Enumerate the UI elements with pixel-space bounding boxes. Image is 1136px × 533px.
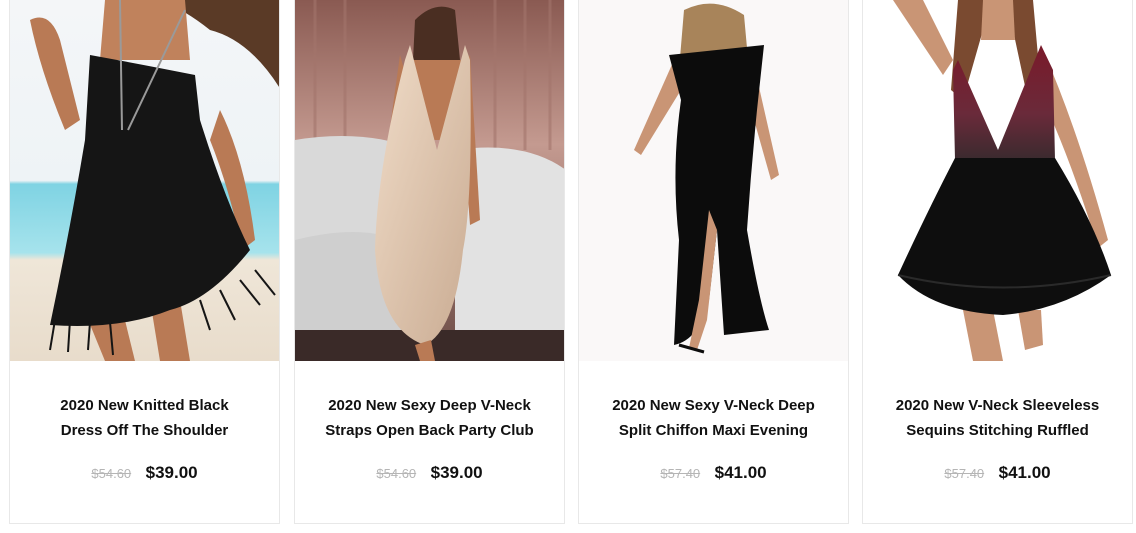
product-card[interactable]: 2020 New Knitted Black Dress Off The Sho… — [9, 0, 280, 524]
product-card[interactable]: 2020 New Sexy V-Neck Deep Split Chiffon … — [578, 0, 849, 524]
product-image[interactable] — [579, 0, 848, 361]
sale-price: $39.00 — [430, 463, 483, 482]
original-price: $57.40 — [944, 465, 985, 481]
product-title[interactable]: 2020 New Sexy Deep V-Neck Straps Open Ba… — [309, 393, 550, 443]
product-title[interactable]: 2020 New Knitted Black Dress Off The Sho… — [24, 393, 265, 443]
price-row: $54.60 $39.00 — [295, 463, 564, 483]
original-price: $54.60 — [376, 465, 417, 481]
original-price: $57.40 — [660, 465, 701, 481]
product-image[interactable] — [295, 0, 564, 361]
product-image[interactable] — [863, 0, 1132, 361]
price-row: $57.40 $41.00 — [863, 463, 1132, 483]
product-title[interactable]: 2020 New V-Neck Sleeveless Sequins Stitc… — [877, 393, 1118, 443]
product-card[interactable]: 2020 New V-Neck Sleeveless Sequins Stitc… — [862, 0, 1133, 524]
product-image[interactable] — [10, 0, 279, 361]
sale-price: $41.00 — [714, 463, 767, 482]
product-grid: 2020 New Knitted Black Dress Off The Sho… — [0, 0, 1136, 533]
product-card[interactable]: 2020 New Sexy Deep V-Neck Straps Open Ba… — [294, 0, 565, 524]
sale-price: $39.00 — [145, 463, 198, 482]
sale-price: $41.00 — [998, 463, 1051, 482]
original-price: $54.60 — [91, 465, 132, 481]
product-title[interactable]: 2020 New Sexy V-Neck Deep Split Chiffon … — [593, 393, 834, 443]
price-row: $54.60 $39.00 — [10, 463, 279, 483]
price-row: $57.40 $41.00 — [579, 463, 848, 483]
